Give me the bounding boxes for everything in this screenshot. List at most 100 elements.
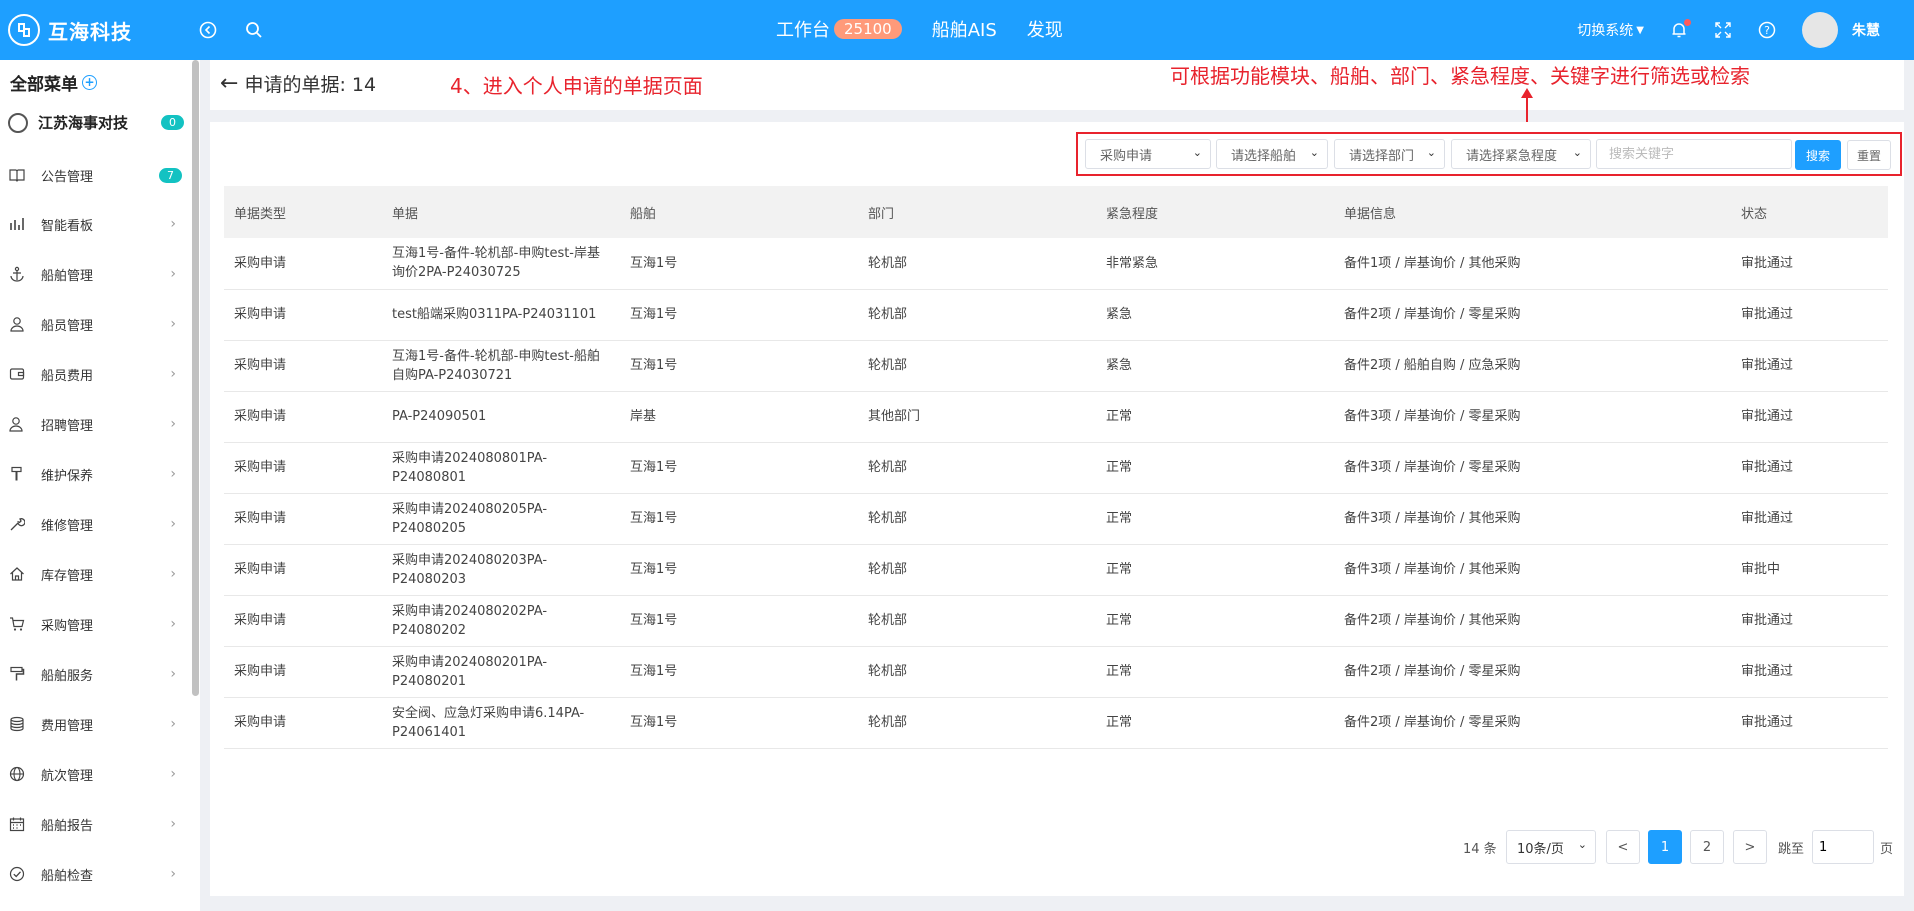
table-cell[interactable]: 采购申请2024080201PA-P24080201 — [382, 646, 620, 697]
plus-circle-icon[interactable]: + — [82, 75, 97, 90]
column-header[interactable]: 单据信息 — [1334, 186, 1731, 238]
column-header[interactable]: 单据 — [382, 186, 620, 238]
sidebar-item-inventory[interactable]: 库存管理 › — [8, 559, 176, 589]
table-cell[interactable]: PA-P24090501 — [382, 391, 620, 442]
column-header[interactable]: 单据类型 — [224, 186, 382, 238]
column-header[interactable]: 紧急程度 — [1096, 186, 1334, 238]
table-cell[interactable]: 采购申请2024080801PA-P24080801 — [382, 442, 620, 493]
sidebar-item-costs[interactable]: 费用管理 › — [8, 709, 176, 739]
caret-down-icon: ▼ — [1636, 24, 1644, 36]
help-icon[interactable]: ? — [1758, 21, 1776, 39]
table-cell: 正常 — [1106, 664, 1133, 679]
sidebar-item-ship-services[interactable]: 船舶服务 › — [8, 659, 176, 689]
table-cell[interactable]: 互海1号-备件-轮机部-申购test-岸基询价2PA-P24030725 — [382, 238, 620, 289]
table-row[interactable]: 采购申请 采购申请2024080201PA-P24080201 互海1号 轮机部 正常 备… — [224, 646, 1888, 697]
table-row[interactable]: 采购申请 采购申请2024080801PA-P24080801 互海1号 轮机部 正常 备… — [224, 442, 1888, 493]
keyword-search-input[interactable] — [1596, 139, 1792, 169]
sidebar-item-dashboard[interactable]: 智能看板 › — [8, 209, 176, 239]
table-row[interactable]: 采购申请 采购申请2024080205PA-P24080205 互海1号 轮机部 正常 备… — [224, 493, 1888, 544]
sidebar-item-maintenance[interactable]: 维护保养 › — [8, 459, 176, 489]
ship-select[interactable]: 请选择船舶 ⌄ — [1216, 139, 1328, 169]
page-header: ← 申请的单据: 14 4、进入个人申请的单据页面 可根据功能模块、船舶、部门、… — [210, 60, 1904, 110]
department-select[interactable]: 请选择部门 ⌄ — [1334, 139, 1445, 169]
sidebar-item-ship-reports[interactable]: 船舶报告 › — [8, 809, 176, 839]
search-button[interactable]: 搜索 — [1795, 140, 1841, 170]
page-button-2[interactable]: 2 — [1690, 830, 1724, 864]
user-name[interactable]: 朱慧 — [1852, 20, 1880, 40]
table-cell: 轮机部 — [868, 562, 908, 577]
chevron-down-icon: ⌄ — [1426, 146, 1436, 159]
table-row[interactable]: 采购申请 安全阀、应急灯采购申请6.14PA-P24061401 互海1号 轮机部 正常… — [224, 697, 1888, 748]
search-icon[interactable] — [242, 18, 266, 42]
table-cell: 轮机部 — [868, 255, 908, 271]
sidebar-item-voyages[interactable]: 航次管理 › — [8, 759, 176, 789]
table-row[interactable]: 采购申请 采购申请2024080202PA-P24080202 互海1号 轮机部 正常 备… — [224, 595, 1888, 646]
jump-page-input[interactable] — [1812, 830, 1874, 864]
back-button[interactable]: ← 申请的单据: 14 — [220, 70, 376, 97]
table-cell[interactable]: 安全阀、应急灯采购申请6.14PA-P24061401 — [382, 697, 620, 748]
table-cell[interactable]: 互海1号-备件-轮机部-申购test-船舶自购PA-P24030721 — [382, 340, 620, 391]
sidebar-item-announcement[interactable]: 公告管理 7 — [8, 160, 182, 190]
sidebar-scrollbar[interactable] — [192, 60, 199, 696]
urgency-select[interactable]: 请选择紧急程度 ⌄ — [1451, 139, 1591, 169]
module-select-value: 采购申请 — [1100, 148, 1153, 164]
bell-icon[interactable] — [1670, 19, 1691, 39]
brush-icon — [8, 465, 26, 483]
avatar[interactable] — [1802, 12, 1838, 48]
top-right-tools: 切换系统 ▼ ? 朱慧 — [1577, 0, 1914, 60]
table-row[interactable]: 采购申请 互海1号-备件-轮机部-申购test-岸基询价2PA-P24030725… — [224, 238, 1888, 289]
back-circle-icon[interactable] — [196, 18, 220, 42]
menu-title: 全部菜单 + — [10, 70, 97, 95]
table-cell: 备件3项 / 岸基询价 / 其他采购 — [1344, 511, 1521, 526]
table-row[interactable]: 采购申请 互海1号-备件-轮机部-申购test-船舶自购PA-P24030721 互… — [224, 340, 1888, 391]
sidebar-item-ships[interactable]: 船舶管理 › — [8, 259, 176, 289]
sidebar-item-crew[interactable]: 船员管理 › — [8, 309, 176, 339]
org-item[interactable]: 江苏海事对技 0 — [8, 112, 184, 133]
page-button-1[interactable]: 1 — [1648, 830, 1682, 864]
table-cell: 采购申请 — [234, 715, 287, 730]
nav-workbench-label: 工作台 — [776, 20, 830, 41]
table-cell: 轮机部 — [868, 664, 908, 679]
column-header[interactable]: 部门 — [858, 186, 1096, 238]
column-header[interactable]: 状态 — [1731, 186, 1888, 238]
sidebar-item-recruitment[interactable]: 招聘管理 › — [8, 409, 176, 439]
nav-discover[interactable]: 发现 — [1027, 16, 1063, 42]
table-cell[interactable]: test船端采购0311PA-P24031101 — [382, 289, 620, 340]
table-cell: 备件2项 / 岸基询价 / 零星采购 — [1344, 664, 1521, 679]
module-select[interactable]: 采购申请 ⌄ — [1085, 139, 1211, 169]
table-cell[interactable]: 采购申请2024080205PA-P24080205 — [382, 493, 620, 544]
prev-page-button[interactable]: < — [1606, 830, 1640, 864]
sidebar-item-crew-expenses[interactable]: 船员费用 › — [8, 359, 176, 389]
next-page-button[interactable]: > — [1733, 830, 1767, 864]
table-cell[interactable]: 采购申请2024080202PA-P24080202 — [382, 595, 620, 646]
sidebar-item-label: 费用管理 — [41, 718, 94, 734]
notification-dot — [1684, 19, 1691, 26]
sidebar-item-purchasing[interactable]: 采购管理 › — [8, 609, 176, 639]
table-row[interactable]: 采购申请 采购申请2024080203PA-P24080203 互海1号 轮机部 正常 备… — [224, 544, 1888, 595]
table-cell: 采购申请 — [234, 409, 287, 424]
fullscreen-icon[interactable] — [1714, 21, 1732, 39]
chevron-right-icon: › — [170, 566, 176, 582]
chevron-right-icon: › — [170, 516, 176, 532]
sidebar-item-label: 采购管理 — [41, 618, 94, 634]
table-cell: 互海1号 — [630, 460, 678, 475]
nav-ship-ais[interactable]: 船舶AIS — [932, 16, 997, 42]
table-cell[interactable]: 采购申请2024080203PA-P24080203 — [382, 544, 620, 595]
table-row[interactable]: 采购申请 PA-P24090501 岸基 其他部门 正常 备件3项 / 岸基询价 / 零星… — [224, 391, 1888, 442]
page-size-select[interactable]: 10条/页 ⌄ — [1506, 830, 1596, 864]
reset-button[interactable]: 重置 — [1847, 140, 1891, 170]
table-row[interactable]: 采购申请 test船端采购0311PA-P24031101 互海1号 轮机部 紧急 备件2… — [224, 289, 1888, 340]
table-cell: 备件3项 / 岸基询价 / 零星采购 — [1344, 409, 1521, 424]
column-header[interactable]: 船舶 — [620, 186, 858, 238]
top-nav: 工作台 25100 船舶AIS 发现 — [776, 16, 1093, 42]
roller-icon — [8, 665, 26, 683]
logo[interactable]: 互海科技 — [8, 14, 132, 46]
table-cell: 互海1号 — [630, 664, 678, 679]
switch-system-dropdown[interactable]: 切换系统 ▼ — [1577, 20, 1644, 40]
sidebar-item-label: 维修管理 — [41, 518, 94, 534]
nav-workbench[interactable]: 工作台 25100 — [776, 16, 902, 42]
calendar-icon — [8, 815, 26, 833]
sidebar-item-repair[interactable]: 维修管理 › — [8, 509, 176, 539]
sidebar-item-ship-inspection[interactable]: 船舶检查 › — [8, 859, 176, 889]
database-icon — [8, 715, 26, 733]
